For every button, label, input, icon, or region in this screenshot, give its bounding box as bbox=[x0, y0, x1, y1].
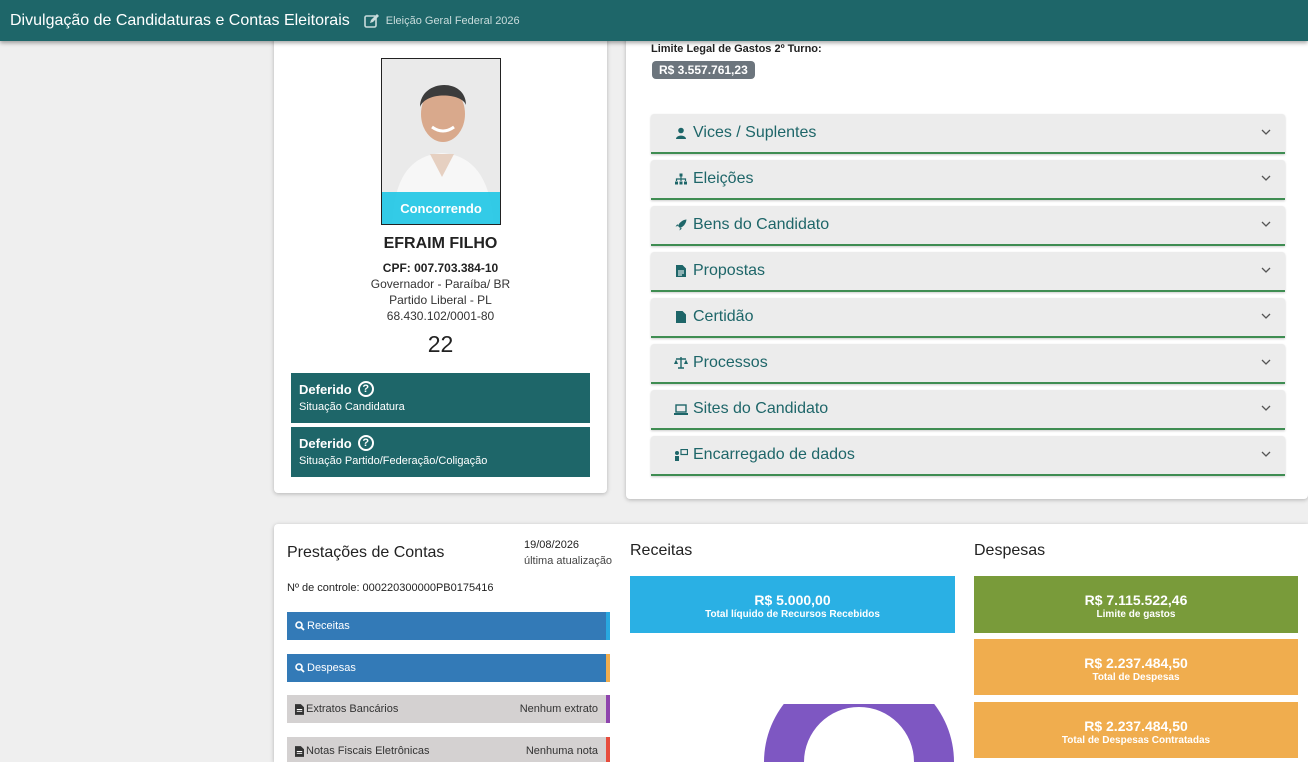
accordion-label: Vices / Suplentes bbox=[693, 124, 817, 141]
scales-icon bbox=[673, 357, 689, 369]
notas-fiscais-button[interactable]: Notas Fiscais Eletrônicas Nenhuma nota bbox=[287, 737, 610, 762]
extratos-bancarios-label: Extratos Bancários bbox=[306, 703, 399, 715]
sitemap-icon bbox=[673, 173, 689, 185]
help-icon[interactable]: ? bbox=[357, 435, 374, 451]
despesas-contracted-tile: R$ 2.237.484,50 Total de Despesas Contra… bbox=[974, 702, 1298, 758]
candidate-cnpj: 68.430.102/0001-80 bbox=[386, 309, 495, 323]
document-icon bbox=[295, 745, 304, 757]
chevron-down-icon bbox=[1261, 175, 1271, 181]
accordion-certidao[interactable]: Certidão bbox=[651, 298, 1285, 338]
person-icon bbox=[673, 127, 689, 139]
candidate-cpf: CPF: 007.703.384-10 bbox=[382, 261, 499, 275]
despesas-button-label: Despesas bbox=[307, 662, 356, 674]
candidate-photo: Concorrendo bbox=[381, 58, 501, 225]
despesas-button[interactable]: Despesas bbox=[287, 654, 610, 682]
receitas-button[interactable]: Receitas bbox=[287, 612, 610, 640]
accordion-label: Bens do Candidato bbox=[693, 216, 830, 233]
accounts-title: Prestações de Contas bbox=[287, 544, 445, 561]
chevron-down-icon bbox=[1261, 129, 1271, 135]
accordion-processos[interactable]: Processos bbox=[651, 344, 1285, 384]
despesas-contracted-label: Total de Despesas Contratadas bbox=[1061, 735, 1211, 746]
donut-segment bbox=[764, 704, 954, 762]
accordion-label: Processos bbox=[693, 354, 768, 371]
chevron-down-icon bbox=[1261, 267, 1271, 273]
accordion-label: Propostas bbox=[693, 262, 766, 279]
accordion-vices-suplentes[interactable]: Vices / Suplentes bbox=[651, 114, 1285, 154]
accordion-label: Eleições bbox=[693, 170, 754, 187]
control-number: Nº de controle: 000220300000PB0175416 bbox=[287, 582, 494, 594]
chevron-down-icon bbox=[1261, 221, 1271, 227]
laptop-icon bbox=[673, 403, 689, 415]
receitas-button-label: Receitas bbox=[307, 620, 350, 632]
despesas-total-tile: R$ 2.237.484,50 Total de Despesas bbox=[974, 639, 1298, 695]
receitas-total-label: Total líquido de Recursos Recebidos bbox=[705, 609, 880, 620]
receitas-total-tile: R$ 5.000,00 Total líquido de Recursos Re… bbox=[630, 576, 955, 633]
despesas-limit-value: R$ 7.115.522,46 bbox=[1084, 592, 1188, 608]
chevron-down-icon bbox=[1261, 405, 1271, 411]
extratos-bancarios-status: Nenhum extrato bbox=[519, 703, 598, 715]
notas-fiscais-label: Notas Fiscais Eletrônicas bbox=[306, 745, 430, 757]
chevron-down-icon bbox=[1261, 313, 1271, 319]
status-party-value: Deferido bbox=[299, 435, 352, 451]
accordion-sites-do-candidato[interactable]: Sites do Candidato bbox=[651, 390, 1285, 430]
despesas-title: Despesas bbox=[974, 542, 1046, 559]
despesas-total-value: R$ 2.237.484,50 bbox=[1084, 655, 1188, 671]
file-icon bbox=[673, 311, 689, 323]
accordion-propostas[interactable]: Propostas bbox=[651, 252, 1285, 292]
rocket-icon bbox=[673, 219, 689, 231]
row-accent bbox=[606, 737, 610, 762]
accordion-label: Encarregado de dados bbox=[693, 446, 855, 463]
chevron-down-icon bbox=[1261, 451, 1271, 457]
receitas-total-value: R$ 5.000,00 bbox=[754, 592, 831, 608]
accordion-bens-do-candidato[interactable]: Bens do Candidato bbox=[651, 206, 1285, 246]
accounts-date: 19/08/2026 bbox=[524, 539, 580, 551]
candidate-card: Concorrendo EFRAIM FILHO CPF: 007.703.38… bbox=[274, 30, 607, 493]
search-icon bbox=[295, 621, 305, 631]
accordion-eleicoes[interactable]: Eleições bbox=[651, 160, 1285, 200]
despesas-total-label: Total de Despesas bbox=[1092, 672, 1180, 683]
status-candidacy-label: Situação Candidatura bbox=[299, 401, 405, 413]
status-candidacy: Deferido? Situação Candidatura bbox=[291, 373, 590, 423]
notas-fiscais-status: Nenhuma nota bbox=[525, 745, 598, 757]
row-accent bbox=[606, 654, 610, 682]
data-officer-icon bbox=[673, 449, 689, 461]
status-candidacy-value: Deferido bbox=[299, 381, 352, 397]
election-name: Eleição Geral Federal 2026 bbox=[385, 14, 520, 27]
election-selector[interactable]: Eleição Geral Federal 2026 bbox=[363, 13, 520, 29]
document-icon bbox=[673, 265, 689, 277]
candidate-office: Governador - Paraíba/ BR bbox=[370, 277, 511, 291]
receitas-donut-chart bbox=[764, 704, 954, 762]
receitas-title: Receitas bbox=[630, 542, 693, 559]
despesas-limit-label: Limite de gastos bbox=[1096, 609, 1176, 620]
chevron-down-icon bbox=[1261, 359, 1271, 365]
row-accent bbox=[606, 695, 610, 723]
accounts-card: Prestações de Contas 19/08/2026 última a… bbox=[274, 524, 1308, 762]
despesas-contracted-value: R$ 2.237.484,50 bbox=[1084, 718, 1188, 734]
edit-icon bbox=[363, 13, 379, 28]
search-icon bbox=[295, 663, 305, 673]
candidate-number: 22 bbox=[427, 331, 454, 357]
accounts-updated-label: última atualização bbox=[524, 555, 613, 567]
extratos-bancarios-button[interactable]: Extratos Bancários Nenhum extrato bbox=[287, 695, 610, 723]
accordion-label: Sites do Candidato bbox=[693, 400, 829, 417]
row-accent bbox=[606, 612, 610, 640]
spending-limit-label: Limite Legal de Gastos 2º Turno: bbox=[651, 43, 822, 55]
candidate-name: EFRAIM FILHO bbox=[383, 235, 498, 252]
candidate-party: Partido Liberal - PL bbox=[389, 293, 492, 307]
accordion-label: Certidão bbox=[693, 308, 754, 325]
status-party-label: Situação Partido/Federação/Coligação bbox=[299, 455, 488, 467]
app-title: Divulgação de Candidaturas e Contas Elei… bbox=[10, 11, 350, 29]
help-icon[interactable]: ? bbox=[357, 381, 374, 397]
spending-limit-value: R$ 3.557.761,23 bbox=[652, 61, 755, 79]
accordion-encarregado-de-dados[interactable]: Encarregado de dados bbox=[651, 436, 1285, 476]
document-icon bbox=[295, 703, 304, 715]
top-bar: Divulgação de Candidaturas e Contas Elei… bbox=[0, 0, 1308, 41]
status-party: Deferido? Situação Partido/Federação/Col… bbox=[291, 427, 590, 477]
candidate-details-card: Limite Legal de Gastos 2º Turno: R$ 3.55… bbox=[626, 30, 1308, 499]
despesas-limit-tile: R$ 7.115.522,46 Limite de gastos bbox=[974, 576, 1298, 633]
candidate-status-badge: Concorrendo bbox=[382, 192, 500, 224]
